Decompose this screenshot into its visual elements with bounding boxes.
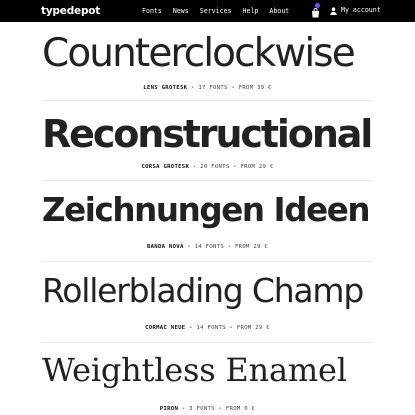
nav-services-link[interactable]: Services: [200, 6, 232, 16]
nav-news-link[interactable]: News: [173, 6, 189, 16]
divider: [42, 100, 373, 101]
font-meta: BANDA NOVA • 14 FONTS • FROM 29 €: [146, 244, 269, 250]
font-price: FROM 39 €: [238, 85, 272, 91]
font-family-name: CORSA GROTESK: [141, 164, 190, 170]
my-account-link[interactable]: My account: [330, 5, 381, 16]
nav-help-link[interactable]: Help: [243, 6, 259, 16]
font-count: 3 FONTS: [189, 406, 215, 412]
font-meta: PIRON • 3 FONTS • FROM 0 €: [159, 406, 256, 412]
font-family-name: BANDA NOVA: [146, 244, 184, 250]
font-count: 14 FONTS: [194, 244, 224, 250]
divider: [42, 261, 373, 262]
font-price: FROM 29 €: [235, 244, 269, 250]
main-nav: Fonts News Services Help About: [142, 6, 289, 16]
font-meta: CORSA GROTESK • 20 FONTS • FROM 29 €: [141, 164, 274, 170]
my-account-label: My account: [341, 6, 381, 14]
divider: [42, 342, 373, 343]
cart-badge: [315, 3, 320, 8]
font-meta: CORMAC NEUE • 14 FONTS • FROM 29 €: [145, 325, 270, 331]
font-count: 14 FONTS: [196, 325, 226, 331]
font-family-name: LENS GROTESK: [143, 85, 188, 91]
font-price: FROM 0 €: [225, 406, 256, 412]
user-icon: [330, 6, 337, 15]
site-logo[interactable]: typedepot: [41, 4, 100, 18]
specimen-sample-text: Reconstructional: [42, 112, 373, 156]
nav-fonts-link[interactable]: Fonts: [142, 6, 162, 16]
font-count: 17 FONTS: [198, 85, 228, 91]
top-navigation-bar: typedepot Fonts News Services Help About…: [0, 0, 415, 22]
font-price: FROM 29 €: [236, 325, 270, 331]
font-meta: LENS GROTESK • 17 FONTS • FROM 39 €: [143, 85, 272, 91]
specimen-sample-text: Counterclockwise: [42, 31, 356, 76]
font-family-name: CORMAC NEUE: [145, 325, 186, 331]
specimen-sample-text: Zeichnungen Ideen: [42, 191, 371, 229]
font-count: 20 FONTS: [200, 164, 230, 170]
specimen-sample-text: Rollerblading Champ: [42, 271, 364, 310]
font-family-name: PIRON: [159, 406, 179, 412]
divider: [42, 180, 373, 181]
specimen-sample-text: Weightless Enamel: [42, 351, 347, 389]
font-price: FROM 29 €: [240, 164, 274, 170]
nav-about-link[interactable]: About: [269, 6, 289, 16]
